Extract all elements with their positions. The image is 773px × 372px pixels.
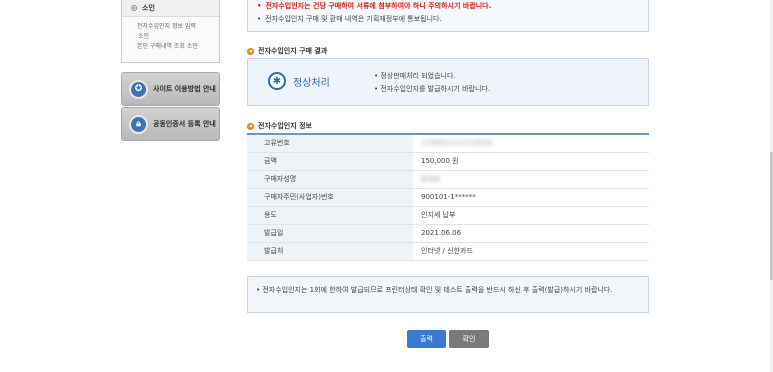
table-row: 구매자성명 홍길동 bbox=[247, 170, 649, 189]
sidebar-sub-item-label: 본인 구매내역 조회 소인 bbox=[136, 43, 198, 50]
compass-icon: ✪ bbox=[129, 79, 148, 99]
bullet-icon: • bbox=[257, 2, 262, 10]
table-row: 금액 150,000 원 bbox=[247, 152, 649, 171]
table-row: 구매자주민(사업자)번호 900101-1****** bbox=[247, 188, 649, 207]
check-gear-icon: ✱ bbox=[268, 72, 286, 90]
row-label: 용도 bbox=[247, 206, 413, 225]
sidebar-sub-list: · 전자수입인지 정보 입력 소인 · 본인 구매내역 조회 소인 bbox=[122, 17, 219, 52]
table-row: 고유번호 2106021112110000 bbox=[247, 134, 649, 153]
notice-text: 전자수입인지는 건당 구매하여 서류에 첨부하여야 하니 주의하시기 바랍니다. bbox=[265, 2, 492, 10]
result-message: • 전자수입인지를 발급하시기 바랍니다. bbox=[374, 85, 491, 93]
site-guide-button[interactable]: ✪ 사이트 이용방법 안내 bbox=[121, 72, 220, 106]
row-label: 구매자성명 bbox=[247, 170, 413, 189]
lock-icon: 🔒︎ bbox=[129, 114, 148, 134]
sidebar-sub-item-label: 전자수입인지 정보 입력 bbox=[136, 23, 196, 30]
section-title-text: 전자수입인지 구매 결과 bbox=[258, 47, 328, 55]
bullet-icon: • bbox=[257, 15, 262, 23]
row-value: 인지세 납부 bbox=[413, 206, 649, 225]
result-section-title: 전자수입인지 구매 결과 bbox=[247, 46, 327, 56]
section-bullet-icon bbox=[247, 47, 254, 55]
row-label: 구매자주민(사업자)번호 bbox=[247, 188, 413, 207]
row-label: 발급처 bbox=[247, 242, 413, 261]
row-value: 900101-1****** bbox=[413, 188, 649, 207]
row-value: 2106021112110000 bbox=[413, 134, 649, 153]
print-button[interactable]: 출력 bbox=[407, 330, 446, 348]
section-title-text: 전자수입인지 정보 bbox=[258, 122, 312, 130]
table-row: 발급일 2021.06.06 bbox=[247, 224, 649, 243]
row-value: 인터넷 / 신한카드 bbox=[413, 242, 649, 261]
sidebar-sub-item-soin[interactable]: 소인 bbox=[132, 32, 219, 42]
sidebar-menu: 소인 · 전자수입인지 정보 입력 소인 · 본인 구매내역 조회 소인 bbox=[121, 0, 220, 63]
site-guide-label: 사이트 이용방법 안내 bbox=[153, 85, 216, 93]
row-value: 150,000 원 bbox=[413, 152, 649, 171]
table-row: 용도 인지세 납부 bbox=[247, 206, 649, 225]
row-label: 금액 bbox=[247, 152, 413, 171]
row-value: 홍길동 bbox=[413, 170, 649, 189]
notice-box: • 전자수입인지는 건당 구매하여 서류에 첨부하여야 하니 주의하시기 바랍니… bbox=[247, 0, 649, 32]
info-section-title: 전자수입인지 정보 bbox=[247, 121, 312, 131]
confirm-button[interactable]: 확인 bbox=[449, 330, 489, 348]
circle-bullet-icon bbox=[131, 5, 137, 11]
sidebar-sub-item-history[interactable]: · 본인 구매내역 조회 소인 bbox=[132, 42, 219, 52]
print-note-text: 전자수입인지는 1회에 한하여 발급되므로 프린터상태 확인 및 테스트 출력을… bbox=[262, 286, 613, 294]
result-status: ✱ 정상처리 bbox=[268, 72, 330, 90]
sidebar-sub-item-info[interactable]: · 전자수입인지 정보 입력 bbox=[132, 22, 219, 32]
sidebar-head-soin[interactable]: 소인 bbox=[122, 0, 219, 17]
notice-line-info: • 전자수입인지 구매 및 환매 내역은 기획재정부에 통보됩니다. bbox=[257, 13, 648, 26]
sidebar-sub-item-label: 소인 bbox=[138, 33, 150, 40]
cert-guide-label: 공동인증서 등록 안내 bbox=[153, 120, 216, 128]
result-box: ✱ 정상처리 • 정상판매처리 되었습니다. • 전자수입인지를 발급하시기 바… bbox=[247, 58, 649, 106]
cert-guide-button[interactable]: 🔒︎ 공동인증서 등록 안내 bbox=[121, 107, 220, 141]
result-messages: • 정상판매처리 되었습니다. • 전자수입인지를 발급하시기 바랍니다. bbox=[374, 70, 490, 96]
dot-bullet-icon: · bbox=[132, 23, 134, 30]
row-label: 고유번호 bbox=[247, 134, 413, 153]
row-label: 발급일 bbox=[247, 224, 413, 243]
table-row: 발급처 인터넷 / 신한카드 bbox=[247, 242, 649, 261]
print-note-box: • 전자수입인지는 1회에 한하여 발급되므로 프린터상태 확인 및 테스트 출… bbox=[247, 276, 649, 313]
notice-text: 전자수입인지 구매 및 환매 내역은 기획재정부에 통보됩니다. bbox=[265, 15, 442, 23]
stamp-info-table: 고유번호 2106021112110000 금액 150,000 원 구매자성명… bbox=[247, 133, 649, 261]
result-message: • 정상판매처리 되었습니다. bbox=[374, 72, 456, 80]
dot-bullet-icon: · bbox=[132, 43, 134, 50]
sidebar-head-label: 소인 bbox=[142, 4, 155, 12]
notice-line-warning: • 전자수입인지는 건당 구매하여 서류에 첨부하여야 하니 주의하시기 바랍니… bbox=[257, 0, 648, 13]
section-bullet-icon bbox=[247, 122, 254, 130]
row-value: 2021.06.06 bbox=[413, 224, 649, 243]
status-text: 정상처리 bbox=[293, 77, 330, 89]
